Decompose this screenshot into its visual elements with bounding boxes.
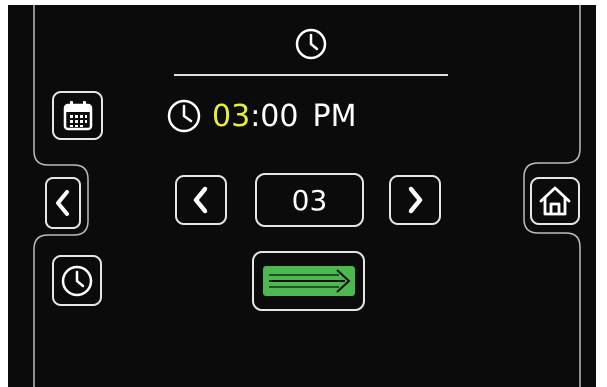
clock-button[interactable]	[52, 255, 102, 306]
home-button[interactable]	[530, 177, 580, 225]
back-button[interactable]	[45, 177, 81, 229]
confirm-button[interactable]	[252, 251, 365, 311]
screen: 03:00 PM 03	[8, 5, 596, 387]
calendar-button[interactable]	[52, 91, 103, 140]
clock-icon	[167, 99, 201, 133]
chevron-left-icon	[193, 186, 208, 214]
decrement-button[interactable]	[175, 175, 227, 225]
time-separator: :	[250, 98, 261, 134]
home-icon	[539, 186, 571, 216]
arrow-right-icon	[262, 266, 355, 296]
calendar-icon	[63, 100, 92, 130]
chevron-right-icon	[408, 186, 423, 214]
selector-value: 03	[291, 183, 328, 217]
time-readout: 03:00 PM	[166, 93, 446, 139]
hour-value: 03	[212, 98, 251, 134]
minutes-value: 00	[260, 98, 299, 134]
time-text: 03:00 PM	[212, 99, 356, 134]
increment-button[interactable]	[389, 175, 441, 225]
period-value: PM	[312, 98, 357, 134]
chevron-left-icon	[56, 190, 69, 216]
hour-value-display: 03	[255, 173, 364, 227]
header-clock-icon	[294, 27, 328, 61]
clock-icon	[61, 265, 93, 296]
